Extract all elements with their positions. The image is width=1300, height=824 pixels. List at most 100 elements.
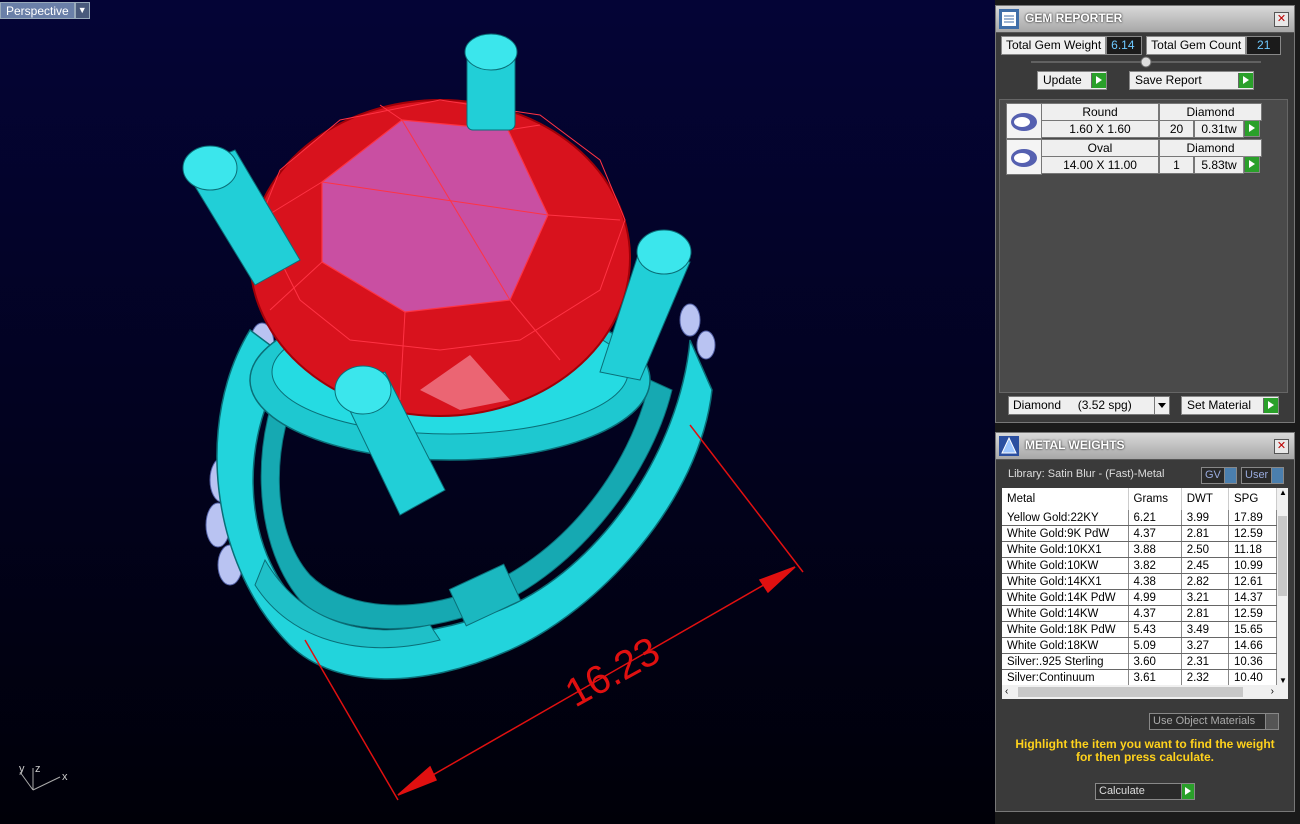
vertical-scrollbar[interactable]: ▲ ▼ xyxy=(1277,488,1288,685)
gv-toggle[interactable]: GV xyxy=(1201,467,1237,484)
spg-cell: 10.40 xyxy=(1228,669,1277,685)
column-header[interactable]: Metal xyxy=(1002,488,1129,510)
spg-cell: 14.37 xyxy=(1228,589,1277,606)
total-gem-weight-label: Total Gem Weight xyxy=(1001,36,1107,55)
metal-weights-header: METAL WEIGHTS ✕ xyxy=(996,433,1294,460)
update-button[interactable]: Update xyxy=(1037,71,1107,90)
gem-row-round[interactable]: Round Diamond 1.60 X 1.60 20 0.31tw xyxy=(1006,103,1265,139)
gem-type: Diamond xyxy=(1159,103,1262,121)
user-toggle[interactable]: User xyxy=(1241,467,1285,484)
dwt-cell: 3.49 xyxy=(1181,621,1229,638)
dwt-cell: 2.81 xyxy=(1181,525,1229,542)
table-row[interactable]: White Gold:10KX1 3.88 2.50 11.18 xyxy=(1002,541,1277,558)
dwt-cell: 3.27 xyxy=(1181,637,1229,654)
metal-cell: White Gold:14K PdW xyxy=(1002,589,1129,606)
oval-gem-icon xyxy=(1006,139,1042,175)
metal-table: Metal Grams DWT SPG Yellow Gold:22KY 6.21… xyxy=(1002,488,1277,685)
table-row[interactable]: Yellow Gold:22KY 6.21 3.99 17.89 xyxy=(1002,510,1277,526)
calculate-label: Calculate xyxy=(1099,785,1145,797)
horizontal-scrollbar[interactable]: ‹ › xyxy=(1002,685,1288,699)
spg-cell: 10.99 xyxy=(1228,557,1277,574)
scroll-thumb[interactable] xyxy=(1018,687,1243,697)
table-row[interactable]: Silver:.925 Sterling 3.60 2.31 10.36 xyxy=(1002,653,1277,670)
close-icon[interactable]: ✕ xyxy=(1274,439,1289,454)
gem-list[interactable]: Round Diamond 1.60 X 1.60 20 0.31tw Oval… xyxy=(999,99,1288,393)
spg-cell: 10.36 xyxy=(1228,653,1277,670)
right-panels: GEM REPORTER ✕ Total Gem Weight 6.14 Tot… xyxy=(995,0,1300,824)
side-stones-right xyxy=(679,303,716,360)
user-label: User xyxy=(1245,469,1269,481)
ring-model[interactable]: 16.23 y z x xyxy=(0,0,995,824)
column-header[interactable]: DWT xyxy=(1181,488,1229,510)
dwt-cell: 2.81 xyxy=(1181,605,1229,622)
table-row[interactable]: White Gold:18KW 5.09 3.27 14.66 xyxy=(1002,637,1277,654)
toggle-icon xyxy=(1271,468,1284,483)
use-object-materials-label: Use Object Materials xyxy=(1153,715,1256,727)
viewport-label[interactable]: Perspective xyxy=(0,2,75,19)
material-select-value: Diamond (3.52 spg) xyxy=(1013,398,1132,412)
spg-cell: 12.59 xyxy=(1228,525,1277,542)
gem-reporter-panel: GEM REPORTER ✕ Total Gem Weight 6.14 Tot… xyxy=(995,5,1295,423)
gem-type: Diamond xyxy=(1159,139,1262,157)
slider-divider[interactable] xyxy=(1031,56,1261,68)
table-row[interactable]: White Gold:14KW 4.37 2.81 12.59 xyxy=(1002,605,1277,622)
metal-cell: White Gold:18KW xyxy=(1002,637,1129,654)
table-row[interactable]: White Gold:18K PdW 5.43 3.49 15.65 xyxy=(1002,621,1277,638)
metal-weights-title: METAL WEIGHTS xyxy=(1025,438,1125,452)
scroll-down-icon[interactable]: ▼ xyxy=(1279,676,1287,685)
totals-row: Total Gem Weight 6.14 Total Gem Count 21 xyxy=(1001,36,1282,55)
grams-cell: 5.09 xyxy=(1128,637,1182,654)
metal-weights-panel: METAL WEIGHTS ✕ Library: Satin Blur - (F… xyxy=(995,432,1295,812)
gem-count: 1 xyxy=(1159,156,1194,174)
table-header-row: Metal Grams DWT SPG xyxy=(1002,488,1277,510)
grams-cell: 3.82 xyxy=(1128,557,1182,574)
perspective-viewport[interactable]: 16.23 y z x Perspective ▼ xyxy=(0,0,995,824)
gem-weight: 0.31tw xyxy=(1194,120,1244,138)
metal-cell: White Gold:14KX1 xyxy=(1002,573,1129,590)
axis-y-label: y xyxy=(19,763,25,775)
scroll-left-icon[interactable]: ‹ xyxy=(1005,685,1008,699)
gem-details-button[interactable] xyxy=(1243,156,1260,173)
metal-cell: White Gold:14KW xyxy=(1002,605,1129,622)
dwt-cell: 2.31 xyxy=(1181,653,1229,670)
grams-cell: 5.43 xyxy=(1128,621,1182,638)
gem-reporter-title: GEM REPORTER xyxy=(1025,11,1123,25)
axis-x-label: x xyxy=(62,771,68,783)
close-icon[interactable]: ✕ xyxy=(1274,12,1289,27)
table-row[interactable]: White Gold:10KW 3.82 2.45 10.99 xyxy=(1002,557,1277,574)
viewport-label-tab[interactable]: Perspective ▼ xyxy=(0,2,90,19)
scroll-up-icon[interactable]: ▲ xyxy=(1279,488,1287,497)
column-header[interactable]: SPG xyxy=(1228,488,1277,510)
table-row[interactable]: White Gold:14KX1 4.38 2.82 12.61 xyxy=(1002,573,1277,590)
material-select[interactable]: Diamond (3.52 spg) xyxy=(1008,396,1170,415)
metal-table-body: Yellow Gold:22KY 6.21 3.99 17.89 White Gold… xyxy=(1002,510,1277,685)
grams-cell: 6.21 xyxy=(1128,510,1182,526)
calculate-button[interactable]: Calculate xyxy=(1095,783,1195,800)
play-icon xyxy=(1263,398,1278,413)
gem-shape: Oval xyxy=(1041,139,1159,157)
metal-table-container[interactable]: Metal Grams DWT SPG Yellow Gold:22KY 6.21… xyxy=(1002,488,1277,685)
table-row[interactable]: White Gold:9K PdW 4.37 2.81 12.59 xyxy=(1002,525,1277,542)
set-material-label: Set Material xyxy=(1187,398,1252,412)
scroll-right-icon[interactable]: › xyxy=(1271,685,1274,699)
column-header[interactable]: Grams xyxy=(1128,488,1182,510)
gem-row-oval[interactable]: Oval Diamond 14.00 X 11.00 1 5.83tw xyxy=(1006,139,1265,175)
scroll-thumb[interactable] xyxy=(1278,516,1287,596)
play-icon xyxy=(1244,157,1259,172)
use-object-materials-toggle[interactable]: Use Object Materials xyxy=(1149,713,1279,730)
table-row[interactable]: Silver:Continuum 3.61 2.32 10.40 xyxy=(1002,669,1277,685)
grams-cell: 4.99 xyxy=(1128,589,1182,606)
grams-cell: 3.60 xyxy=(1128,653,1182,670)
toggle-icon xyxy=(1265,714,1278,729)
table-row[interactable]: White Gold:14K PdW 4.99 3.21 14.37 xyxy=(1002,589,1277,606)
save-report-button[interactable]: Save Report xyxy=(1129,71,1254,90)
gem-details-button[interactable] xyxy=(1243,120,1260,137)
set-material-button[interactable]: Set Material xyxy=(1181,396,1279,415)
metal-cell: White Gold:18K PdW xyxy=(1002,621,1129,638)
play-icon xyxy=(1238,73,1253,88)
toggle-icon xyxy=(1223,468,1236,483)
viewport-menu-icon[interactable]: ▼ xyxy=(74,2,90,19)
play-icon xyxy=(1091,73,1106,88)
grams-cell: 4.37 xyxy=(1128,525,1182,542)
metal-cell: White Gold:10KX1 xyxy=(1002,541,1129,558)
